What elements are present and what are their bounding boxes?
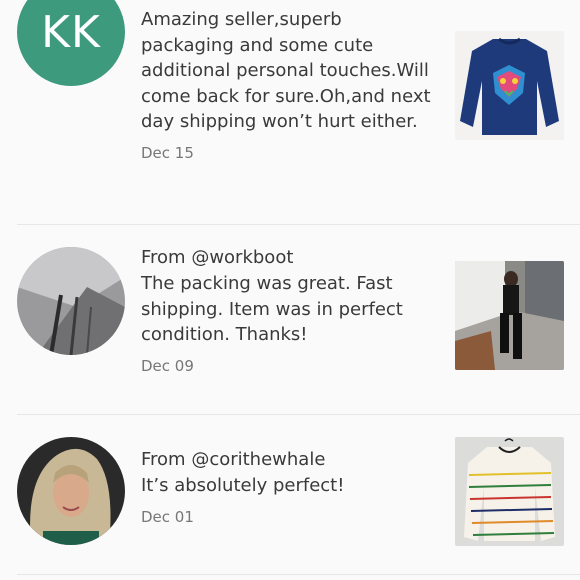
review-date: Dec 15: [141, 143, 194, 162]
review-text: The packing was great. Fast shipping. It…: [141, 273, 403, 346]
review-text: It’s absolutely perfect!: [141, 475, 345, 496]
avatar-photo: [17, 437, 125, 545]
sweater-image: [455, 31, 564, 140]
item-thumbnail-outfit[interactable]: [455, 261, 564, 370]
avatar[interactable]: KK: [17, 0, 125, 86]
avatar[interactable]: [17, 437, 125, 545]
review-author[interactable]: From @workboot: [141, 245, 431, 271]
item-thumbnail-sweater[interactable]: [455, 31, 564, 140]
divider: [17, 414, 580, 415]
avatar[interactable]: [17, 247, 125, 355]
divider: [17, 224, 580, 225]
item-thumbnail-striped-sweater[interactable]: [455, 437, 564, 546]
review-date: Dec 09: [141, 356, 194, 375]
avatar-initials: KK: [41, 6, 101, 58]
outfit-image: [455, 261, 564, 370]
review-list: KK Amazing seller,superb packaging and s…: [0, 0, 580, 580]
striped-sweater-image: [455, 437, 564, 546]
review-author[interactable]: From @corithewhale: [141, 447, 431, 473]
avatar-photo: [17, 247, 125, 355]
review-date: Dec 01: [141, 507, 194, 526]
divider: [17, 574, 580, 575]
review-text: Amazing seller,superb packaging and some…: [141, 9, 431, 133]
